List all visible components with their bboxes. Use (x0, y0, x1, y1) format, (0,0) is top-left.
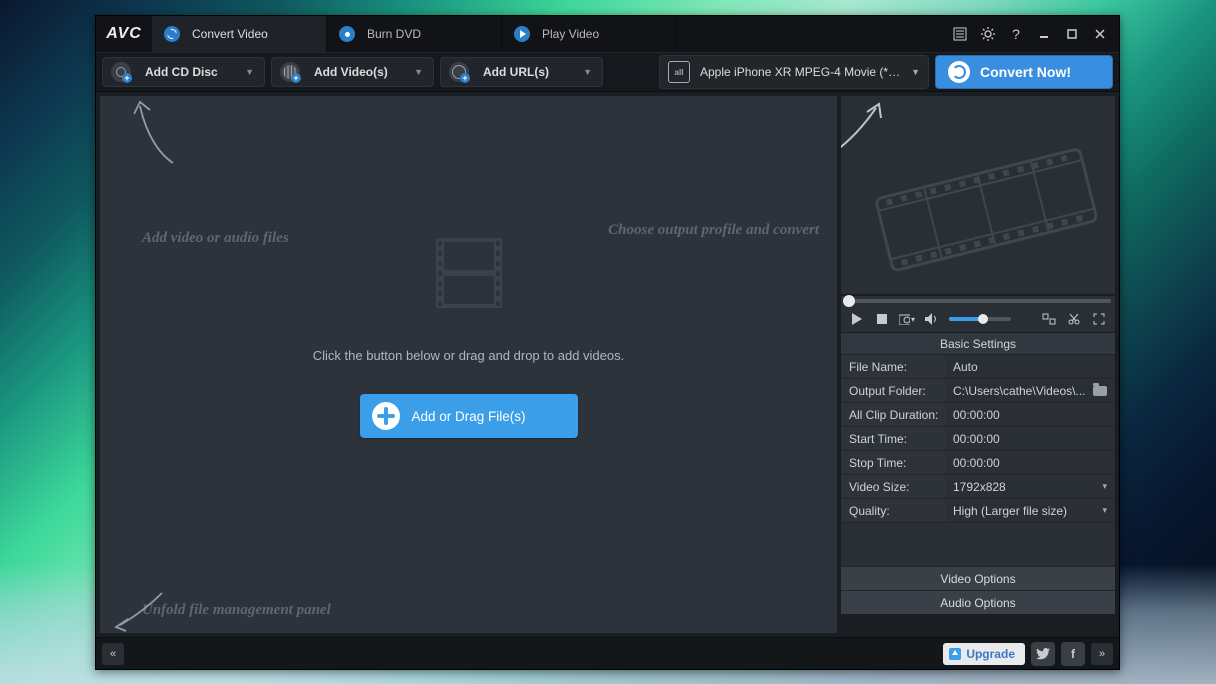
button-label: Add URL(s) (483, 65, 549, 79)
tab-burn-dvd[interactable]: Burn DVD (327, 16, 502, 52)
stop-button[interactable] (874, 311, 890, 327)
twitter-button[interactable] (1031, 642, 1055, 666)
tab-play-video[interactable]: Play Video (502, 16, 677, 52)
plus-icon (372, 402, 400, 430)
disc-icon (339, 26, 355, 42)
tab-convert-video[interactable]: Convert Video (152, 16, 327, 52)
titlebar: AVC Convert Video Burn DVD Play Video ? (96, 16, 1119, 52)
snapshot-button[interactable]: ▾ (899, 311, 915, 327)
chevron-down-icon: ▼ (414, 67, 423, 77)
upgrade-icon (949, 648, 961, 660)
fullscreen-button[interactable] (1091, 311, 1107, 327)
toolbar: Add CD Disc ▼ Add Video(s) ▼ Add URL(s) … (96, 52, 1119, 92)
add-disc-icon (111, 62, 131, 82)
hint-choose-profile: Choose output profile and convert (608, 222, 819, 239)
settings-value: Auto (945, 355, 1115, 378)
settings-label: File Name: (841, 355, 945, 378)
seek-bar[interactable] (841, 296, 1115, 306)
add-videos-button[interactable]: Add Video(s) ▼ (271, 57, 434, 87)
add-urls-button[interactable]: Add URL(s) ▼ (440, 57, 603, 87)
button-label: Upgrade (966, 647, 1015, 661)
window-controls: ? (949, 16, 1119, 52)
add-url-icon (449, 62, 469, 82)
settings-value: 00:00:00 (945, 427, 1115, 450)
convert-now-button[interactable]: Convert Now! (935, 55, 1113, 89)
menu-icon[interactable] (949, 23, 971, 45)
panel-expand-button[interactable]: » (1091, 643, 1113, 665)
tab-label: Play Video (542, 27, 599, 41)
profile-text: Apple iPhone XR MPEG-4 Movie (*.m... (700, 65, 901, 79)
help-icon[interactable]: ? (1005, 23, 1027, 45)
hint-add-files: Add video or audio files (142, 230, 289, 247)
footer: « Upgrade f » (96, 637, 1119, 669)
settings-row: Quality:High (Larger file size) (841, 498, 1115, 522)
button-label: Add CD Disc (145, 65, 218, 79)
player-controls: ▾ (841, 306, 1115, 332)
basic-settings-header: Basic Settings (841, 332, 1115, 354)
profile-icon: all (668, 61, 690, 83)
settings-label: Stop Time: (841, 451, 945, 474)
folder-icon[interactable] (1093, 386, 1107, 396)
settings-row: Stop Time:00:00:00 (841, 450, 1115, 474)
output-profile-select[interactable]: all Apple iPhone XR MPEG-4 Movie (*.m...… (659, 55, 929, 89)
settings-label: Video Size: (841, 475, 945, 498)
settings-row: All Clip Duration:00:00:00 (841, 402, 1115, 426)
panel-collapse-button[interactable]: « (102, 643, 124, 665)
chevron-down-icon: ▼ (245, 67, 254, 77)
add-cd-disc-button[interactable]: Add CD Disc ▼ (102, 57, 265, 87)
settings-label: All Clip Duration: (841, 403, 945, 426)
volume-icon[interactable] (924, 311, 940, 327)
upgrade-button[interactable]: Upgrade (943, 643, 1025, 665)
minimize-icon[interactable] (1033, 23, 1055, 45)
settings-grid: File Name:AutoOutput Folder:C:\Users\cat… (841, 354, 1115, 522)
app-window: AVC Convert Video Burn DVD Play Video ? (95, 15, 1120, 670)
cut-button[interactable] (1066, 311, 1082, 327)
hint-arrow-icon (112, 585, 172, 635)
settings-row: Video Size:1792x828 (841, 474, 1115, 498)
volume-slider[interactable] (949, 317, 1011, 321)
chevron-down-icon: ▼ (583, 67, 592, 77)
loop-button[interactable] (1041, 311, 1057, 327)
settings-value[interactable]: High (Larger file size) (945, 499, 1115, 522)
play-button[interactable] (849, 311, 865, 327)
preview-pane (841, 96, 1115, 294)
seek-thumb[interactable] (843, 295, 855, 307)
settings-value[interactable]: C:\Users\cathe\Videos\... (945, 379, 1115, 402)
app-logo: AVC (96, 16, 152, 52)
film-icon (426, 228, 512, 318)
facebook-button[interactable]: f (1061, 642, 1085, 666)
button-label: Convert Now! (980, 64, 1071, 80)
convert-icon (164, 26, 180, 42)
settings-label: Start Time: (841, 427, 945, 450)
play-icon (514, 26, 530, 42)
maximize-icon[interactable] (1061, 23, 1083, 45)
settings-label: Output Folder: (841, 379, 945, 402)
film-reel-icon (851, 144, 1111, 274)
drop-hint-text: Click the button below or drag and drop … (100, 348, 837, 363)
tab-label: Burn DVD (367, 27, 421, 41)
add-files-button[interactable]: Add or Drag File(s) (360, 394, 578, 438)
hint-arrow-icon (128, 98, 188, 168)
settings-row: Start Time:00:00:00 (841, 426, 1115, 450)
settings-value: 00:00:00 (945, 451, 1115, 474)
chevron-down-icon: ▼ (911, 67, 920, 77)
settings-value[interactable]: 1792x828 (945, 475, 1115, 498)
add-video-icon (280, 62, 300, 82)
button-label: Add Video(s) (314, 65, 388, 79)
main-drop-area[interactable]: Add video or audio files Choose output p… (100, 96, 837, 633)
settings-label: Quality: (841, 499, 945, 522)
button-label: Add or Drag File(s) (412, 409, 526, 424)
side-panel: ▾ Basic Settings File Name:AutoOutput Fo… (841, 96, 1115, 633)
gear-icon[interactable] (977, 23, 999, 45)
tab-label: Convert Video (192, 27, 268, 41)
audio-options-button[interactable]: Audio Options (841, 590, 1115, 614)
close-icon[interactable] (1089, 23, 1111, 45)
settings-row: Output Folder:C:\Users\cathe\Videos\... (841, 378, 1115, 402)
video-options-button[interactable]: Video Options (841, 566, 1115, 590)
settings-row: File Name:Auto (841, 354, 1115, 378)
convert-icon (948, 61, 970, 83)
settings-value: 00:00:00 (945, 403, 1115, 426)
